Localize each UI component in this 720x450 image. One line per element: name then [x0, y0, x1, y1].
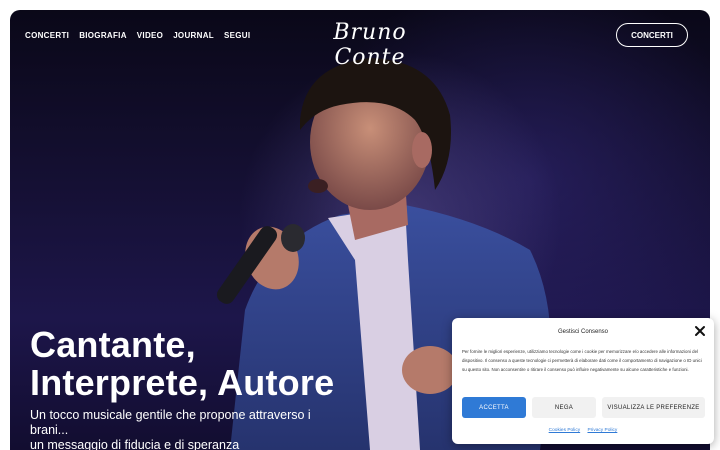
main-nav: CONCERTI BIOGRAFIA VIDEO JOURNAL SEGUI	[25, 31, 250, 40]
nav-item-video[interactable]: VIDEO	[137, 31, 163, 40]
headline-line-1: Cantante,	[30, 324, 196, 365]
nav-item-biografia[interactable]: BIOGRAFIA	[79, 31, 127, 40]
accept-button[interactable]: ACCETTA	[462, 397, 526, 418]
subtitle-line-3: un messaggio di fiducia e di speranza	[30, 438, 240, 450]
hero-subtitle: Un tocco musicale gentile che propone at…	[30, 408, 360, 450]
preferences-button[interactable]: VISUALIZZA LE PREFERENZE	[602, 397, 705, 418]
cookies-policy-link[interactable]: Cookies Policy	[549, 428, 580, 433]
consent-title: Gestisci Consenso	[557, 329, 609, 335]
headline-line-2: Interprete, Autore	[30, 362, 335, 403]
cookie-consent-dialog: Gestisci Consenso Per fornire le miglior…	[452, 318, 714, 444]
privacy-policy-link[interactable]: Privacy Policy	[587, 428, 617, 433]
concerti-button[interactable]: CONCERTI	[616, 23, 688, 47]
consent-links: Cookies Policy Privacy Policy	[452, 428, 714, 433]
site-logo[interactable]: Bruno Conte	[300, 20, 440, 70]
hero-headline: Cantante, Interprete, Autore	[30, 326, 334, 402]
consent-text: Per fornire le migliori esperienze, util…	[462, 349, 702, 372]
subtitle-line-1: Un tocco musicale gentile che propone at…	[30, 408, 311, 422]
deny-button[interactable]: NEGA	[532, 397, 596, 418]
subtitle-line-2: brani...	[30, 423, 69, 437]
close-icon[interactable]	[693, 324, 707, 338]
nav-item-journal[interactable]: JOURNAL	[173, 31, 214, 40]
nav-item-concerti[interactable]: CONCERTI	[25, 31, 69, 40]
nav-item-segui[interactable]: SEGUI	[224, 31, 250, 40]
